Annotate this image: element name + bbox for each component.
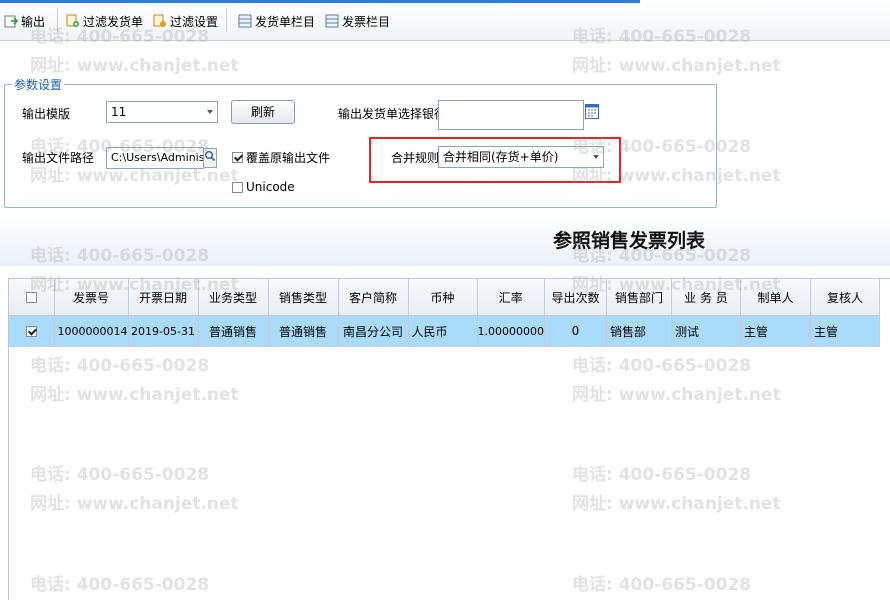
cell-maker[interactable]: 主管 [740, 315, 811, 347]
cell-reviewer[interactable]: 主管 [810, 315, 880, 347]
template-value: 11 [111, 105, 127, 119]
column-header[interactable]: 销售部门 [606, 279, 672, 316]
template-label: 输出模版 [22, 107, 71, 121]
cell-salesperson[interactable]: 测试 [671, 315, 741, 347]
invoice-columns-button[interactable]: 发票栏目 [325, 11, 390, 31]
output-label: 输出 [21, 14, 46, 29]
column-header[interactable]: 开票日期 [128, 279, 199, 316]
select-all-checkbox[interactable] [25, 292, 37, 303]
chevron-down-icon [593, 155, 599, 159]
cell-business-type[interactable]: 普通销售 [198, 315, 269, 347]
shipment-columns-button[interactable]: 发货单栏目 [238, 11, 315, 31]
chevron-down-icon [207, 110, 213, 114]
refresh-button[interactable]: 刷新 [231, 100, 295, 124]
column-header[interactable]: 汇率 [477, 279, 545, 316]
column-header[interactable]: 制单人 [740, 279, 811, 316]
table-header-row: 发票号 开票日期 业务类型 销售类型 客户简称 币种 汇率 导出次数 销售部门 … [9, 279, 880, 316]
template-select[interactable]: 11 [106, 101, 218, 123]
path-input[interactable]: C:\Users\Administrato [106, 147, 204, 169]
cell-exchange-rate[interactable]: 1.00000000 [477, 315, 545, 347]
cell-invoice-no[interactable]: 1000000014 [54, 315, 129, 347]
watermark-site: 网址: www.chanjet.net [572, 56, 781, 76]
toolbar-separator [57, 8, 58, 32]
column-header[interactable]: 销售类型 [268, 279, 339, 316]
merge-label: 合并规则 [391, 151, 440, 165]
browse-button[interactable] [203, 148, 217, 168]
cell-invoice-date[interactable]: 2019-05-31 [128, 315, 199, 347]
magnifier-icon [205, 151, 216, 162]
row-checkbox[interactable] [25, 326, 37, 337]
cell-currency[interactable]: 人民币 [408, 315, 478, 347]
watermark-site: 网址: www.chanjet.net [30, 56, 239, 76]
invoice-table: 发票号 开票日期 业务类型 销售类型 客户简称 币种 汇率 导出次数 销售部门 … [9, 279, 880, 347]
title-band [0, 212, 890, 266]
shipment-columns-label: 发货单栏目 [255, 14, 316, 29]
cell-sales-type[interactable]: 普通销售 [268, 315, 339, 347]
filter-docs-label: 过滤发货单 [83, 14, 144, 29]
merge-select[interactable]: 合并相同(存货+单价) [438, 146, 604, 168]
column-header[interactable]: 币种 [408, 279, 478, 316]
export-icon [4, 14, 19, 28]
column-header[interactable]: 复核人 [810, 279, 880, 316]
filter-docs-button[interactable]: 过滤发货单 [66, 11, 143, 31]
toolbar: 输出 过滤发货单 过滤设置 发货单栏目 发票栏目 [0, 0, 890, 41]
overwrite-checkbox[interactable] [232, 152, 243, 163]
path-value: C:\Users\Administrato [111, 151, 204, 164]
filter-doc-icon [66, 14, 80, 28]
cell-department[interactable]: 销售部 [606, 315, 672, 347]
column-header[interactable]: 发票号 [54, 279, 129, 316]
calendar-icon[interactable] [585, 103, 599, 119]
filter-settings-label: 过滤设置 [170, 14, 219, 29]
overwrite-label: 覆盖原输出文件 [246, 151, 331, 165]
column-header[interactable]: 业务类型 [198, 279, 269, 316]
params-group-title: 参数设置 [12, 76, 65, 93]
cell-export-count[interactable]: 0 [544, 315, 607, 347]
filter-settings-button[interactable]: 过滤设置 [153, 11, 218, 31]
column-header[interactable]: 导出次数 [544, 279, 607, 316]
select-all-header[interactable] [9, 279, 55, 316]
bank-input[interactable] [438, 100, 584, 130]
toolbar-accent [0, 0, 640, 3]
columns-icon [325, 14, 339, 28]
invoice-table-area: 发票号 开票日期 业务类型 销售类型 客户简称 币种 汇率 导出次数 销售部门 … [8, 278, 890, 600]
toolbar-separator [226, 8, 227, 32]
column-header[interactable]: 客户简称 [338, 279, 409, 316]
columns-icon [238, 14, 252, 28]
unicode-label: Unicode [246, 180, 295, 194]
cell-customer[interactable]: 南昌分公司 [338, 315, 409, 347]
filter-settings-icon [153, 14, 167, 28]
table-row[interactable]: 1000000014 2019-05-31 普通销售 普通销售 南昌分公司 人民… [9, 315, 880, 347]
invoice-columns-label: 发票栏目 [342, 14, 391, 29]
output-button[interactable]: 输出 [4, 11, 45, 31]
unicode-checkbox[interactable] [232, 182, 243, 193]
path-label: 输出文件路径 [22, 151, 95, 165]
list-title: 参照销售发票列表 [553, 230, 706, 252]
merge-value: 合并相同(存货+单价) [443, 150, 559, 164]
bank-label: 输出发货单选择银行 [338, 107, 447, 121]
row-select-cell[interactable] [9, 315, 55, 347]
column-header[interactable]: 业 务 员 [671, 279, 741, 316]
